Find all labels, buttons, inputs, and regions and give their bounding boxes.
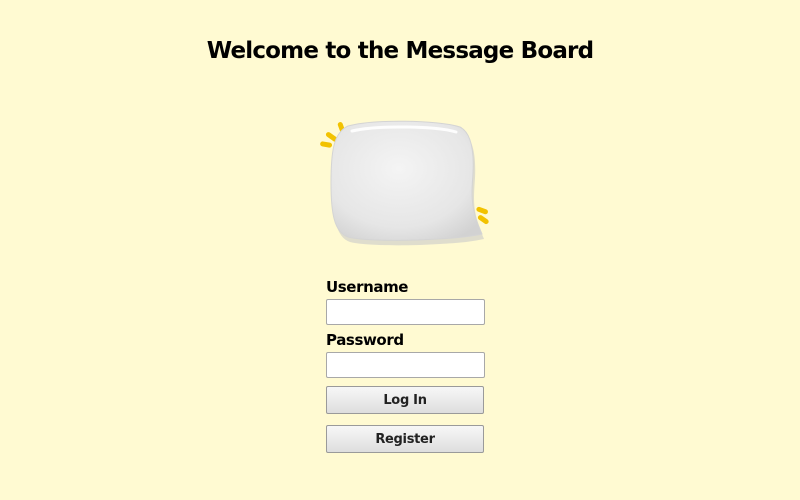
password-label: Password — [326, 331, 404, 349]
login-button[interactable]: Log In — [326, 386, 484, 414]
login-form: Username Password Log In Register — [326, 277, 486, 453]
speech-bubble-icon — [320, 120, 489, 246]
username-input[interactable] — [326, 299, 485, 325]
password-input[interactable] — [326, 352, 485, 378]
page-title: Welcome to the Message Board — [206, 38, 594, 64]
username-label: Username — [326, 278, 409, 296]
register-button[interactable]: Register — [326, 425, 484, 453]
